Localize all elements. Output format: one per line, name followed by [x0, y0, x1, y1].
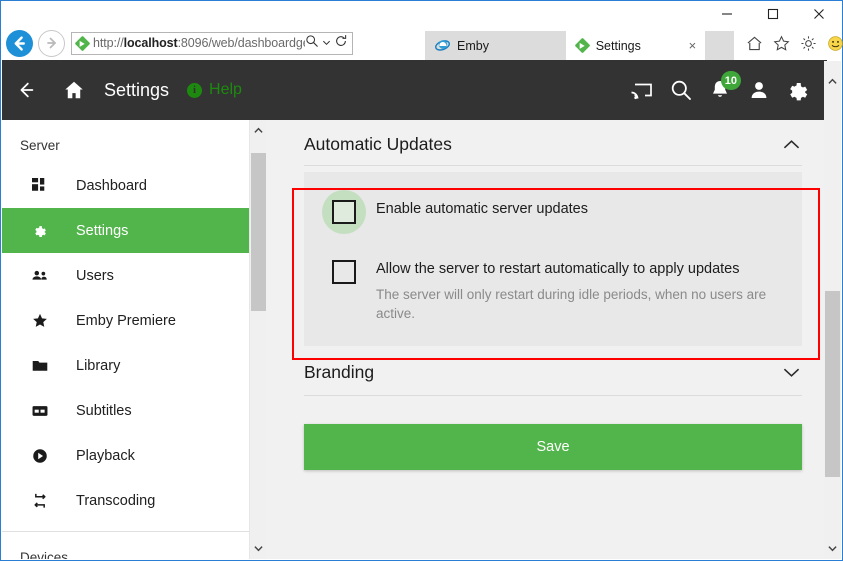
help-link[interactable]: i Help	[187, 81, 242, 99]
checkbox-hint: The server will only restart during idle…	[376, 286, 767, 322]
ie-logo-icon	[435, 37, 450, 55]
sidebar-item-emby-premiere[interactable]: Emby Premiere	[2, 298, 249, 343]
enable-auto-updates-checkbox[interactable]	[322, 190, 366, 234]
main-scrollbar-top-gap	[824, 61, 841, 120]
sidebar-item-subtitles[interactable]: Subtitles	[2, 388, 249, 433]
sidebar-scroll-thumb[interactable]	[251, 153, 266, 311]
sidebar-item-label: Library	[76, 357, 121, 374]
automatic-updates-card: Enable automatic server updates Allow th…	[304, 172, 802, 346]
sidebar-scroll-down-icon[interactable]	[250, 540, 267, 557]
tab-label: Emby	[457, 38, 489, 53]
sidebar-item-library[interactable]: Library	[2, 343, 249, 388]
sidebar-item-dashboard[interactable]: Dashboard	[2, 163, 249, 208]
dashboard-grid-icon	[32, 178, 54, 193]
play-circle-icon	[32, 448, 54, 464]
branding-divider	[304, 394, 802, 396]
app-header: Settings i Help 10	[2, 60, 827, 120]
minimize-button[interactable]	[704, 2, 750, 26]
section-title: Automatic Updates	[304, 134, 452, 154]
person-icon[interactable]	[747, 78, 771, 102]
emby-logo-icon	[574, 37, 590, 54]
main-content: Automatic Updates Enable automatic serve…	[266, 120, 824, 559]
maximize-button[interactable]	[750, 2, 796, 26]
sidebar-section-devices: Devices	[20, 550, 69, 559]
star-icon	[32, 313, 54, 329]
close-button[interactable]	[796, 2, 842, 26]
home-icon[interactable]	[746, 35, 763, 57]
closed-caption-icon	[32, 403, 54, 419]
sidebar-item-label: Settings	[76, 222, 129, 239]
search-icon[interactable]	[669, 78, 693, 102]
automatic-updates-header[interactable]: Automatic Updates	[266, 120, 824, 165]
transcode-icon	[32, 493, 54, 509]
main-scrollbar[interactable]	[824, 120, 841, 559]
favorites-star-icon[interactable]	[773, 34, 790, 57]
main-scroll-down-icon[interactable]	[824, 540, 841, 557]
chevron-down-icon[interactable]	[783, 367, 800, 378]
emby-logo-icon	[74, 35, 91, 51]
checkbox-box	[332, 260, 356, 284]
sidebar-item-label: Dashboard	[76, 177, 147, 194]
sidebar-item-playback[interactable]: Playback	[2, 433, 249, 478]
chevron-down-icon[interactable]	[322, 34, 331, 52]
checkbox-row-allow-restart[interactable]: Allow the server to restart automaticall…	[304, 250, 802, 324]
checkbox-row-enable-updates[interactable]: Enable automatic server updates	[304, 190, 802, 234]
help-label: Help	[209, 81, 242, 98]
allow-restart-checkbox[interactable]	[322, 250, 366, 294]
chevron-up-icon[interactable]	[783, 139, 800, 150]
tab-label: Settings	[595, 38, 641, 53]
tab-close-icon[interactable]: ×	[685, 38, 699, 53]
sidebar-scroll-up-icon[interactable]	[250, 122, 267, 139]
checkbox-label: Allow the server to restart automaticall…	[376, 261, 740, 277]
tab-settings[interactable]: Settings ×	[565, 31, 706, 60]
smiley-feedback-icon[interactable]	[827, 35, 843, 57]
address-bar[interactable]: http://localhost:8096/web/dashboardgener…	[71, 31, 353, 55]
branding-title: Branding	[304, 361, 375, 382]
page-title: Settings	[104, 79, 170, 100]
sidebar-item-settings[interactable]: Settings	[2, 208, 249, 253]
gear-icon	[32, 223, 54, 238]
window-titlebar	[1, 1, 842, 26]
notifications-badge: 10	[720, 71, 741, 90]
tab-emby[interactable]: Emby	[425, 31, 566, 60]
forward-button[interactable]	[38, 29, 65, 57]
back-button[interactable]	[6, 29, 33, 57]
branding-header[interactable]: Branding	[266, 346, 824, 395]
section-divider	[304, 165, 802, 166]
sidebar-item-label: Users	[76, 267, 114, 284]
people-icon	[32, 268, 54, 284]
sidebar-item-label: Emby Premiere	[76, 312, 176, 329]
sidebar: Server Dashboard Settings Users Emby Pre…	[2, 120, 249, 559]
checkbox-label: Enable automatic server updates	[376, 201, 588, 217]
app-home-button[interactable]	[50, 66, 98, 114]
sidebar-item-label: Playback	[76, 447, 135, 464]
sidebar-item-users[interactable]: Users	[2, 253, 249, 298]
new-tab-button[interactable]	[705, 31, 735, 60]
tools-gear-icon[interactable]	[800, 35, 817, 57]
sidebar-scrollbar[interactable]	[249, 120, 266, 559]
main-scroll-thumb[interactable]	[825, 291, 840, 477]
notifications-button[interactable]: 10	[707, 71, 741, 103]
tab-strip: Emby Settings ×	[425, 28, 843, 60]
gear-icon[interactable]	[785, 78, 809, 102]
refresh-icon[interactable]	[334, 34, 348, 53]
sidebar-item-label: Transcoding	[76, 492, 156, 509]
sidebar-item-label: Subtitles	[76, 402, 132, 419]
search-icon[interactable]	[305, 34, 319, 53]
folder-icon	[32, 358, 54, 374]
save-button[interactable]: Save	[304, 423, 802, 470]
main-scroll-up-icon[interactable]	[824, 73, 841, 90]
checkbox-box	[332, 200, 356, 224]
sidebar-item-transcoding[interactable]: Transcoding	[2, 478, 249, 523]
browser-window: http://localhost:8096/web/dashboardgener…	[0, 0, 843, 561]
address-bar-url: http://localhost:8096/web/dashboardgener…	[93, 36, 305, 50]
info-icon: i	[187, 82, 203, 98]
cast-icon[interactable]	[631, 78, 655, 102]
sidebar-section-server: Server	[20, 138, 60, 153]
app-back-button[interactable]	[2, 66, 50, 114]
